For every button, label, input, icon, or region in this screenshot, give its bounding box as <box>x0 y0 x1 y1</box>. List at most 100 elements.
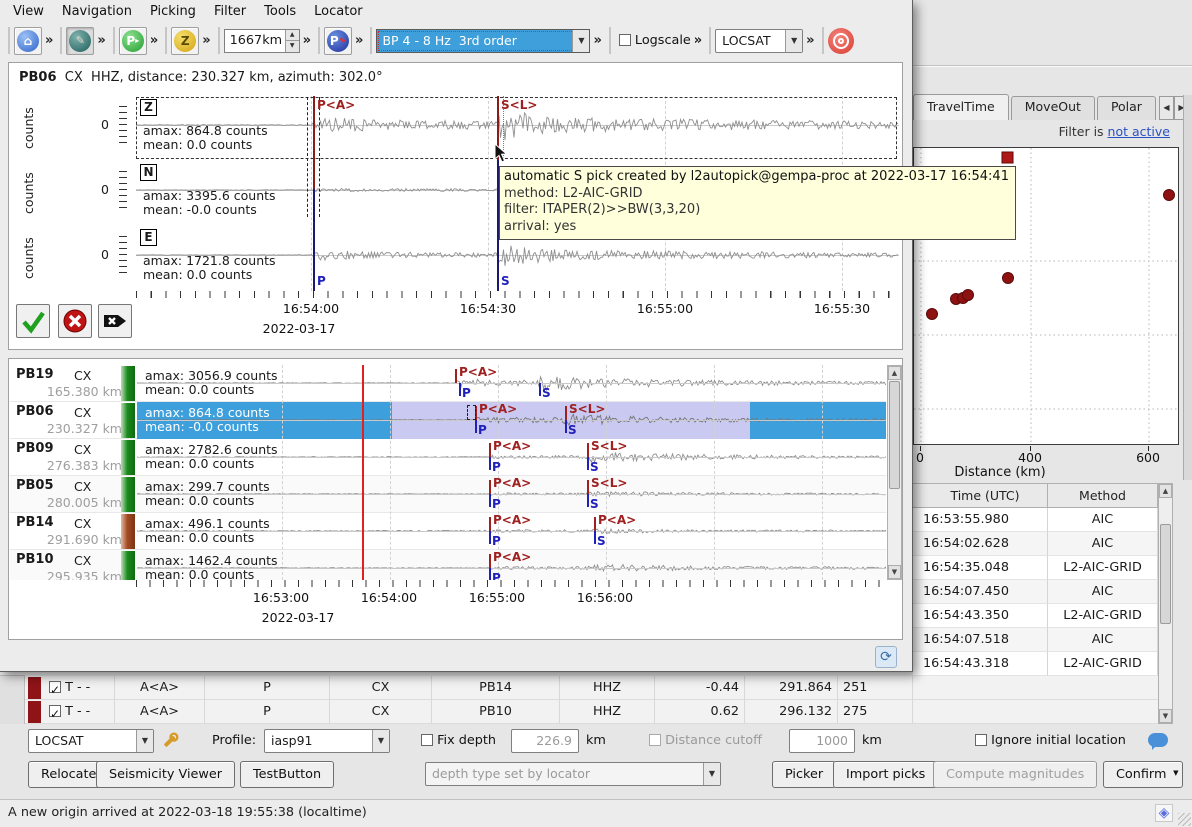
overflow-chevron[interactable]: » <box>593 33 601 48</box>
column-header-method[interactable]: Method <box>1048 483 1158 508</box>
picker-locator-select[interactable]: LOCSAT▼ <box>715 29 803 53</box>
profile-select[interactable]: iasp91▼ <box>264 729 390 753</box>
locator-settings-wrench-icon[interactable] <box>160 731 180 751</box>
station-row-pb09[interactable]: PB09CX276.383 kmamax: 2782.6 countsmean:… <box>10 439 886 476</box>
table-row[interactable]: 16:53:55.980AIC <box>913 508 1158 532</box>
checkbox-icon[interactable] <box>649 734 661 746</box>
fix-depth-checkbox[interactable]: Fix depth <box>421 729 496 753</box>
spin-up-icon[interactable]: ▲ <box>285 30 299 41</box>
filter-status: Filter is not active <box>913 124 1170 139</box>
scroll-up-icon[interactable]: ▲ <box>1159 484 1172 498</box>
home-view-button[interactable]: ⌂ <box>14 27 42 55</box>
table-row[interactable]: 16:54:07.518AIC <box>913 628 1158 652</box>
used-checkbox[interactable] <box>49 705 61 717</box>
overflow-chevron[interactable]: » <box>150 33 158 48</box>
mean-label: mean: -0.0 counts <box>145 419 259 434</box>
overflow-chevron[interactable]: » <box>355 33 363 48</box>
overflow-chevron[interactable]: » <box>694 33 702 48</box>
comment-icon[interactable] <box>1148 733 1168 747</box>
logscale-checkbox[interactable]: Logscale <box>619 29 691 53</box>
overflow-chevron[interactable]: » <box>806 33 814 48</box>
arrival-table-scrollbar[interactable]: ▲ ▼ <box>1158 483 1173 724</box>
depth-type-select[interactable]: depth type set by locator▼ <box>425 762 721 786</box>
network-code: CX <box>74 442 91 457</box>
scroll-thumb[interactable] <box>1160 524 1171 624</box>
menu-tools[interactable]: Tools <box>255 2 305 21</box>
picker-window: ViewNavigationPickingFilterToolsLocator … <box>0 0 913 672</box>
window-drag-handle[interactable] <box>467 405 476 420</box>
pick-p-button[interactable]: P▸ <box>119 27 147 55</box>
checkbox-icon[interactable] <box>975 734 987 746</box>
distance-cutoff-checkbox[interactable]: Distance cutoff <box>649 729 762 753</box>
seismicity-viewer-button[interactable]: Seismicity Viewer <box>96 761 235 788</box>
station-trace[interactable]: amax: 1462.4 countsmean: 0.0 countsP<A>P <box>137 550 886 580</box>
reject-button[interactable] <box>58 304 92 338</box>
tab-polar[interactable]: Polar <box>1097 96 1156 120</box>
distance-spinbox[interactable]: 1667km ▲ ▼ <box>224 29 300 53</box>
resize-grip[interactable] <box>1178 813 1191 826</box>
station-trace[interactable]: amax: 299.7 countsmean: 0.0 countsP<A>S<… <box>137 476 886 513</box>
filter-select[interactable]: BP 4 - 8 Hz 3rd order▼ <box>376 29 590 53</box>
station-row-pb19[interactable]: PB19CX165.380 kmamax: 3056.9 countsmean:… <box>10 365 886 402</box>
red-pick-line <box>489 443 491 457</box>
apply-and-next-button[interactable] <box>98 304 132 338</box>
station-trace[interactable]: amax: 864.8 countsmean: -0.0 countsP<A>S… <box>137 402 886 439</box>
table-row[interactable]: 16:54:07.450AIC <box>913 580 1158 604</box>
edit-picks-button[interactable]: ✎ <box>66 27 94 55</box>
arrival-row-pb10[interactable]: T - -A<A>PCXPB10HHZ0.62296.132275 <box>25 700 1158 724</box>
overflow-chevron[interactable]: » <box>45 33 53 48</box>
overflow-chevron[interactable]: » <box>202 33 210 48</box>
used-checkbox[interactable] <box>49 681 61 693</box>
menu-view[interactable]: View <box>4 2 53 21</box>
amax-label: amax: 2782.6 counts <box>145 442 278 457</box>
tab-traveltime[interactable]: TravelTime <box>913 94 1009 120</box>
accept-button[interactable] <box>16 304 50 338</box>
compute-magnitudes-button[interactable]: Compute magnitudes <box>933 761 1097 788</box>
table-row[interactable]: 16:54:43.350L2-AIC-GRID <box>913 604 1158 628</box>
predicted-phases-button[interactable]: P∿ <box>324 27 352 55</box>
picker-button[interactable]: Picker <box>772 761 836 788</box>
test-button[interactable]: TestButton <box>240 761 334 788</box>
scroll-thumb[interactable] <box>889 381 900 489</box>
tab-moveout[interactable]: MoveOut <box>1011 96 1095 120</box>
overflow-chevron[interactable]: » <box>97 33 105 48</box>
station-trace[interactable]: amax: 496.1 countsmean: 0.0 countsP<A>P<… <box>137 513 886 550</box>
depth-input[interactable]: 226.9 <box>511 729 579 753</box>
checkbox-icon[interactable] <box>421 734 433 746</box>
station-row-pb06[interactable]: PB06CX230.327 kmamax: 864.8 countsmean: … <box>10 402 886 439</box>
axis-unit-label: counts <box>21 161 37 226</box>
scroll-down-icon[interactable]: ▼ <box>888 565 901 579</box>
checkbox-icon[interactable] <box>619 34 631 46</box>
station-trace[interactable]: amax: 2782.6 countsmean: 0.0 countsP<A>S… <box>137 439 886 476</box>
refresh-icon[interactable]: ⟳ <box>875 646 897 668</box>
cutoff-input[interactable]: 1000 <box>789 729 855 753</box>
table-row[interactable]: 16:54:43.318L2-AIC-GRID <box>913 652 1158 676</box>
locator-select[interactable]: LOCSAT▼ <box>28 729 154 753</box>
ignore-initial-location-checkbox[interactable]: Ignore initial location <box>975 729 1126 753</box>
toolbar-handle <box>822 27 824 54</box>
overflow-chevron[interactable]: » <box>303 33 311 48</box>
table-row[interactable]: 16:54:35.048L2-AIC-GRID <box>913 556 1158 580</box>
station-row-pb05[interactable]: PB05CX280.005 kmamax: 299.7 countsmean: … <box>10 476 886 513</box>
component-z-button[interactable]: Z <box>171 27 199 55</box>
import-picks-button[interactable]: Import picks <box>833 761 938 788</box>
menu-locator[interactable]: Locator <box>305 2 371 21</box>
station-list-scrollbar[interactable]: ▲ ▼ <box>887 365 902 580</box>
menu-filter[interactable]: Filter <box>205 2 255 21</box>
filter-not-active-link[interactable]: not active <box>1108 124 1170 139</box>
station-row-pb10[interactable]: PB10CX295.935 kmamax: 1462.4 countsmean:… <box>10 550 886 580</box>
column-header-time[interactable]: Time (UTC) <box>913 483 1048 508</box>
menu-picking[interactable]: Picking <box>141 2 205 21</box>
table-row[interactable]: 16:54:02.628AIC <box>913 532 1158 556</box>
scroll-up-icon[interactable]: ▲ <box>888 366 901 380</box>
station-trace[interactable]: amax: 3056.9 countsmean: 0.0 countsP<A>P… <box>137 365 886 402</box>
tab-scroll-left-icon[interactable]: ◀ <box>1159 96 1174 120</box>
menu-navigation[interactable]: Navigation <box>53 2 141 21</box>
station-row-pb14[interactable]: PB14CX291.690 kmamax: 496.1 countsmean: … <box>10 513 886 550</box>
origin-status-icon[interactable]: ◈ <box>1155 804 1173 822</box>
arrival-row-pb14[interactable]: T - -A<A>PCXPB14HHZ-0.44291.864251 <box>25 676 1158 700</box>
relocate-target-icon[interactable] <box>828 28 854 54</box>
scroll-down-icon[interactable]: ▼ <box>1159 709 1172 723</box>
spin-down-icon[interactable]: ▼ <box>285 41 299 52</box>
confirm-button[interactable]: Confirm▼ <box>1103 761 1183 788</box>
